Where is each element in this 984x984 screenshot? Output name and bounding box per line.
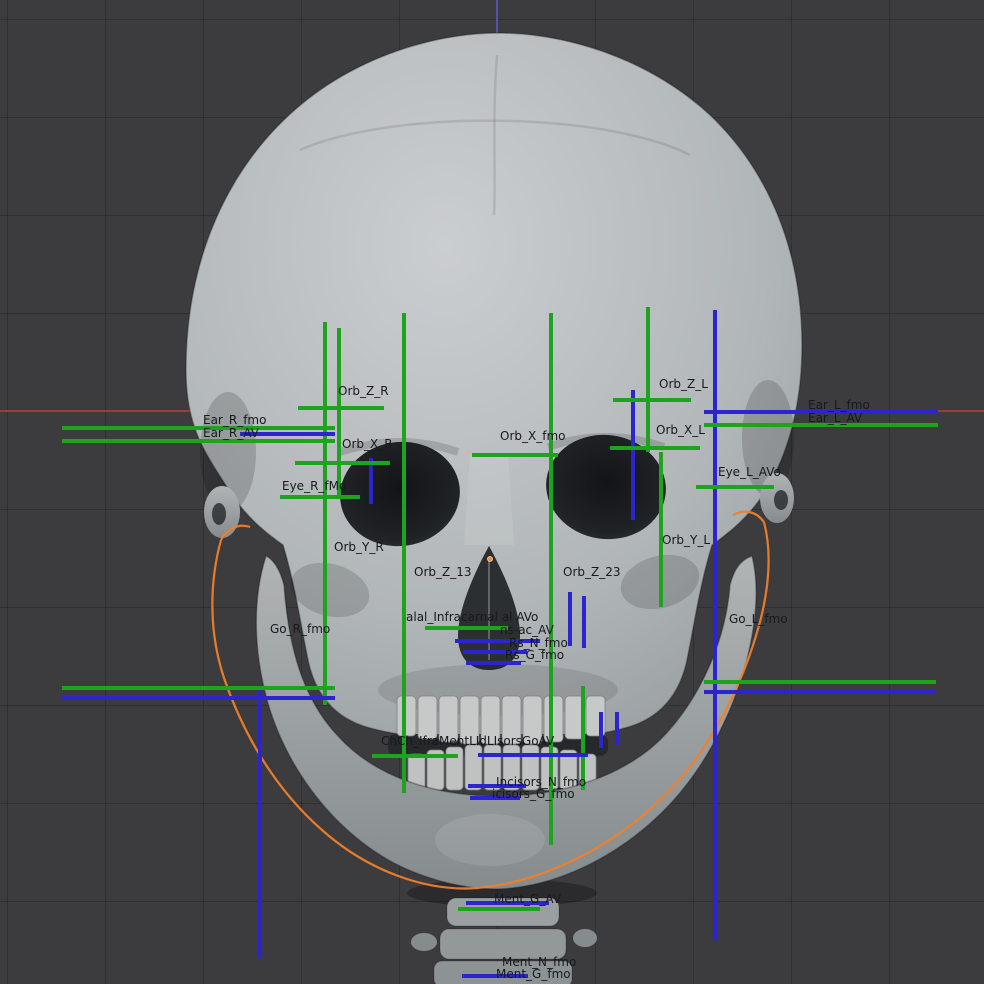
viewport-3d[interactable]: Orb_Z_ROrb_Z_LEar_R_fmoEar_R_AVEar_L_fmo… <box>0 0 984 984</box>
ear-region-right <box>760 473 794 523</box>
ear-region-left <box>204 486 240 538</box>
vertebrae[interactable] <box>407 879 597 984</box>
nasal-bridge <box>464 455 514 545</box>
skull-model[interactable] <box>0 0 984 984</box>
chin-highlight <box>435 814 545 866</box>
origin-dot <box>488 557 493 562</box>
